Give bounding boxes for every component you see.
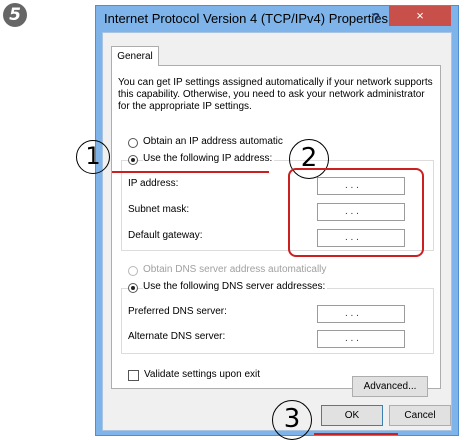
description-text: You can get IP settings assigned automat… [118, 77, 433, 112]
use-following-ip-label: Use the following IP address: [143, 153, 275, 164]
use-following-dns-label: Use the following DNS server addresses: [143, 281, 328, 292]
alternate-dns-input[interactable]: . . . [317, 330, 405, 348]
annotation-number-one: 1 [76, 140, 110, 174]
annotation-underline-ok [314, 433, 398, 435]
validate-checkbox[interactable] [128, 370, 139, 381]
obtain-ip-auto-radio[interactable] [128, 138, 138, 148]
subnet-mask-label: Subnet mask: [128, 204, 190, 215]
close-button[interactable]: × [389, 6, 451, 26]
obtain-ip-auto-label: Obtain an IP address automatic [143, 136, 283, 147]
ok-button[interactable]: OK [321, 405, 383, 426]
use-following-ip-radio[interactable] [128, 155, 138, 165]
tab-general[interactable]: General [111, 46, 159, 66]
annotation-underline-manual-ip [112, 171, 269, 173]
preferred-dns-input[interactable]: . . . [317, 305, 405, 323]
validate-label: Validate settings upon exit [144, 369, 261, 380]
title-bar[interactable]: Internet Protocol Version 4 (TCP/IPv4) P… [96, 6, 458, 32]
advanced-button[interactable]: Advanced... [352, 376, 428, 397]
alternate-dns-label: Alternate DNS server: [128, 331, 226, 342]
obtain-dns-auto-radio[interactable] [128, 266, 138, 276]
obtain-dns-auto-label: Obtain DNS server address automatically [143, 264, 327, 275]
cancel-button[interactable]: Cancel [389, 405, 451, 426]
alternate-dns-value: . . . [345, 333, 359, 344]
default-gateway-label: Default gateway: [128, 230, 203, 241]
window-title: Internet Protocol Version 4 (TCP/IPv4) P… [104, 11, 388, 26]
preferred-dns-value: . . . [345, 308, 359, 319]
ip-address-label: IP address: [128, 178, 179, 189]
annotation-box-ip-fields [288, 168, 424, 257]
help-button[interactable]: ? [366, 9, 386, 27]
use-following-dns-radio[interactable] [128, 283, 138, 293]
annotation-number-three: 3 [272, 400, 312, 440]
preferred-dns-label: Preferred DNS server: [128, 306, 227, 317]
step-number-badge: 5 [3, 3, 27, 27]
